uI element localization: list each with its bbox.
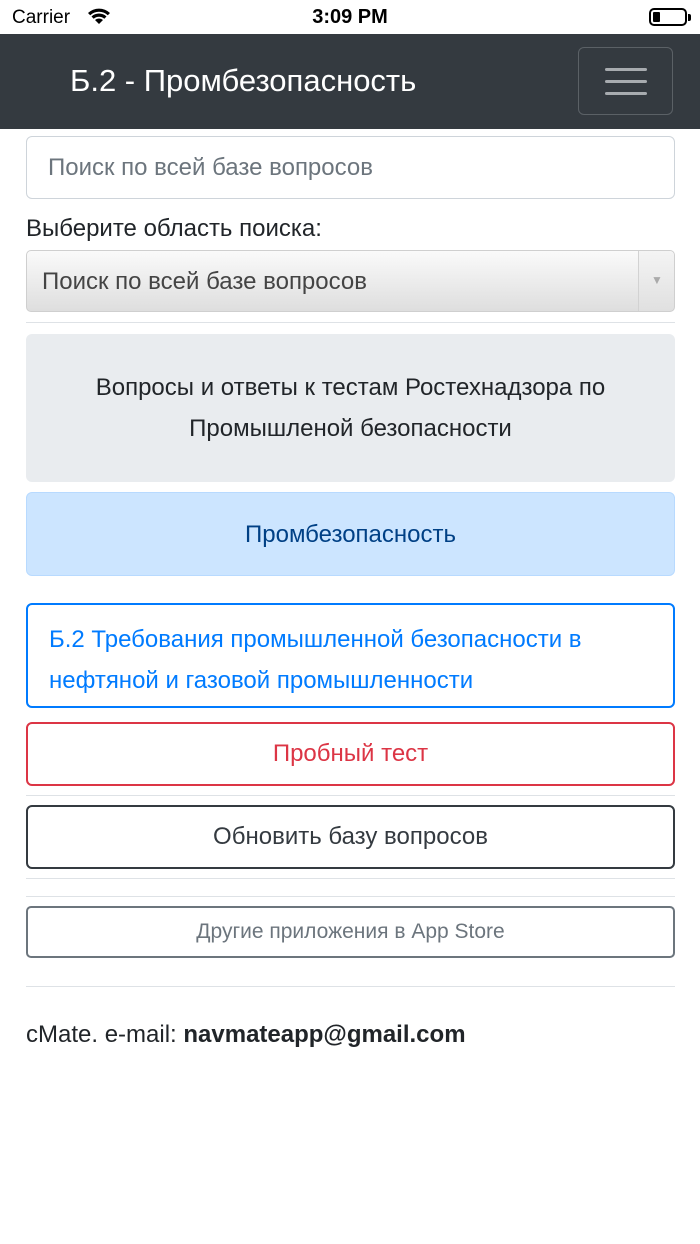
divider: [26, 896, 675, 897]
update-database-button[interactable]: Обновить базу вопросов: [26, 805, 675, 869]
search-scope-select[interactable]: Поиск по всей базе вопросов ▼: [26, 250, 675, 312]
clock: 3:09 PM: [312, 6, 388, 28]
search-scope-value: Поиск по всей базе вопросов: [42, 268, 367, 295]
status-bar: Carrier 3:09 PM: [0, 0, 700, 34]
hamburger-icon: [605, 68, 647, 71]
chevron-down-icon: ▼: [651, 273, 663, 287]
divider: [26, 322, 675, 323]
other-apps-button[interactable]: Другие приложения в App Store: [26, 906, 675, 958]
trial-test-button[interactable]: Пробный тест: [26, 722, 675, 786]
info-text: Вопросы и ответы к тестам Ростехнадзора …: [95, 374, 606, 442]
category-button[interactable]: Промбезопасность: [26, 492, 675, 576]
navbar-title[interactable]: Б.2 - Промбезопасность: [70, 63, 416, 99]
section-button[interactable]: Б.2 Требования промышленной безопасности…: [26, 603, 675, 708]
footer-prefix: cMate. e-mail:: [26, 1021, 184, 1048]
search-scope-label: Выберите область поиска:: [26, 215, 322, 242]
navbar: Б.2 - Промбезопасность: [0, 34, 700, 129]
footer: cMate. e-mail: navmateapp@gmail.com: [26, 1021, 466, 1049]
divider: [26, 878, 675, 879]
menu-toggle-button[interactable]: [578, 47, 673, 115]
divider: [26, 795, 675, 796]
dropdown-arrow[interactable]: ▼: [638, 251, 674, 311]
divider: [26, 986, 675, 987]
search-input[interactable]: [26, 136, 675, 199]
info-jumbotron: Вопросы и ответы к тестам Ростехнадзора …: [26, 334, 675, 482]
battery-icon: [649, 8, 691, 26]
contact-email[interactable]: navmateapp@gmail.com: [183, 1021, 465, 1048]
